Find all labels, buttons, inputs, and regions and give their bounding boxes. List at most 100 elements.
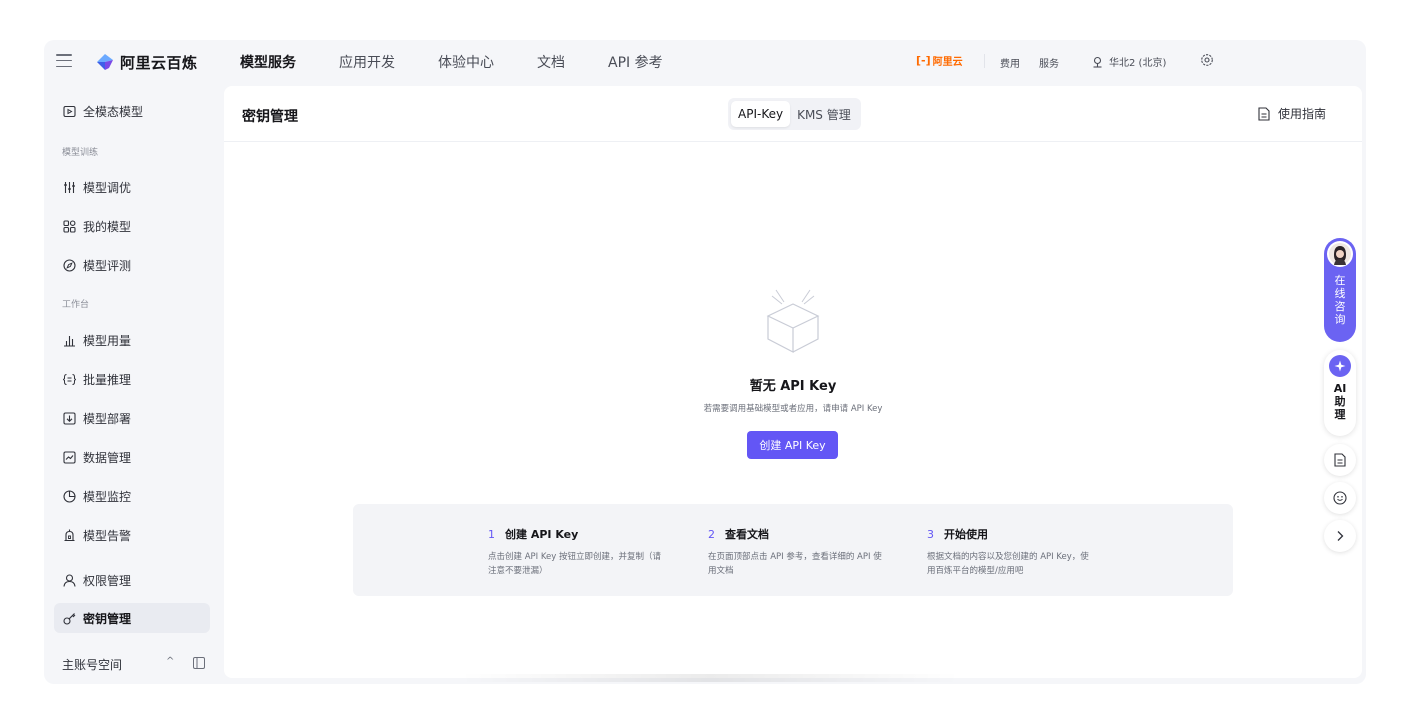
tab-api-key[interactable]: API-Key (731, 101, 791, 127)
tab-switcher: API-Key KMS 管理 (728, 98, 861, 130)
aliyun-logo-text: 阿里云 (932, 57, 963, 68)
sidebar-item-permission[interactable]: 权限管理 (54, 565, 210, 595)
document-icon (1334, 453, 1346, 467)
step-description: 在页面顶部点击 API 参考，查看详细的 API 使用文档 (708, 552, 882, 576)
region-selector[interactable]: 华北2 (北京) (1092, 54, 1166, 69)
nav-item-experience[interactable]: 体验中心 (438, 52, 494, 72)
sidebar-item-label: 全模态模型 (83, 104, 144, 119)
sidebar-item-deploy[interactable]: 模型部署 (54, 403, 210, 433)
bottom-shadow-decoration (460, 674, 960, 682)
sidebar-group-workbench: 工作台 (62, 300, 90, 310)
document-icon (1258, 106, 1270, 121)
my-models-icon (62, 219, 76, 233)
top-nav: 模型服务 应用开发 体验中心 文档 API 参考 (240, 40, 706, 84)
main-panel: 密钥管理 API-Key KMS 管理 使用指南 暂无 API Key 若需要调… (224, 86, 1362, 678)
sidebar-group-training: 模型训练 (62, 148, 99, 158)
empty-state-description: 若需要调用基础模型或者应用，请申请 API Key (703, 404, 883, 414)
step-view-docs: 2 查看文档 在页面顶部点击 API 参考，查看详细的 API 使用文档 (708, 526, 898, 578)
brand-name: 阿里云百炼 (120, 54, 198, 72)
step-title: 开始使用 (944, 528, 988, 541)
gear-icon[interactable] (1200, 53, 1214, 67)
usage-guide-link[interactable]: 使用指南 (1258, 105, 1326, 122)
online-consult-label: 在线咨询 (1334, 274, 1346, 326)
sidebar-item-label: 模型监控 (83, 489, 132, 504)
ai-assistant-label: AI助理 (1333, 382, 1347, 421)
step-create-key: 1 创建 API Key 点击创建 API Key 按钮立即创建，并复制（请注意不… (488, 526, 678, 578)
document-float-button[interactable] (1324, 444, 1356, 476)
sidebar-item-label: 模型告警 (83, 528, 132, 543)
multimodal-icon (62, 104, 76, 118)
bar-chart-icon (62, 333, 76, 347)
cost-link[interactable]: 费用 (1000, 55, 1020, 70)
step-number: 3 (927, 527, 934, 541)
nav-item-docs[interactable]: 文档 (537, 52, 565, 72)
online-consult-button[interactable]: 在线咨询 (1324, 238, 1356, 342)
smile-icon (1333, 491, 1347, 505)
sidebar-item-monitor[interactable]: 模型监控 (54, 481, 210, 511)
sidebar-item-alarm[interactable]: 模型告警 (54, 520, 210, 550)
chevron-up-icon[interactable]: ^ (166, 656, 174, 667)
expand-float-button[interactable] (1324, 520, 1356, 552)
sidebar-item-usage[interactable]: 模型用量 (54, 325, 210, 355)
sidebar-item-my-models[interactable]: 我的模型 (54, 211, 210, 241)
step-title: 创建 API Key (505, 528, 579, 541)
avatar (1327, 241, 1353, 267)
aliyun-bracket-icon: [-] (916, 54, 931, 67)
sidebar-item-key-management[interactable]: 密钥管理 (54, 603, 210, 633)
sidebar: 全模态模型 模型训练 模型调优 我的模型 模型评测 工作台 模型用量 批量推理 … (44, 84, 220, 684)
region-label: 华北2 (北京) (1109, 58, 1167, 69)
hamburger-menu-icon[interactable] (56, 54, 72, 68)
empty-state-title: 暂无 API Key (749, 379, 837, 394)
collapse-sidebar-icon[interactable] (193, 657, 205, 669)
sidebar-item-data[interactable]: 数据管理 (54, 442, 210, 472)
sidebar-item-evaluate[interactable]: 模型评测 (54, 250, 210, 280)
sidebar-item-label: 数据管理 (83, 450, 132, 465)
deploy-icon (62, 411, 76, 425)
steps-panel: 1 创建 API Key 点击创建 API Key 按钮立即创建，并复制（请注意不… (353, 504, 1233, 596)
sidebar-item-label: 我的模型 (83, 219, 132, 234)
sidebar-item-batch[interactable]: 批量推理 (54, 364, 210, 394)
step-title: 查看文档 (725, 528, 769, 541)
sidebar-item-label: 密钥管理 (83, 611, 132, 626)
sidebar-item-tune[interactable]: 模型调优 (54, 172, 210, 202)
tab-kms[interactable]: KMS 管理 (790, 101, 858, 127)
tune-icon (62, 180, 76, 194)
panel-header: 密钥管理 API-Key KMS 管理 使用指南 (224, 86, 1362, 142)
user-icon (62, 573, 76, 587)
nav-item-api-ref[interactable]: API 参考 (608, 52, 663, 72)
aliyun-logo[interactable]: [-] 阿里云 (916, 53, 963, 68)
step-number: 2 (708, 527, 715, 541)
step-description: 根据文档的内容以及您创建的 API Key，使用百炼平台的模型/应用吧 (927, 552, 1089, 576)
agent-avatar-icon (1329, 243, 1351, 265)
sidebar-item-multimodal[interactable]: 全模态模型 (54, 96, 210, 126)
topbar-divider (984, 54, 985, 68)
step-start-using: 3 开始使用 根据文档的内容以及您创建的 API Key，使用百炼平台的模型/应用… (927, 526, 1117, 578)
step-description: 点击创建 API Key 按钮立即创建，并复制（请注意不要泄漏） (488, 552, 661, 576)
sidebar-item-label: 批量推理 (83, 372, 132, 387)
data-icon (62, 450, 76, 464)
location-icon (1093, 56, 1102, 68)
sidebar-item-label: 模型用量 (83, 333, 132, 348)
create-api-key-button[interactable]: 创建 API Key (747, 431, 838, 459)
nav-item-model-service[interactable]: 模型服务 (240, 52, 296, 72)
account-space-label[interactable]: 主账号空间 (62, 656, 122, 673)
feedback-float-button[interactable] (1324, 482, 1356, 514)
step-number: 1 (488, 527, 495, 541)
sidebar-item-label: 权限管理 (83, 573, 132, 588)
usage-guide-label: 使用指南 (1278, 107, 1327, 121)
alarm-icon (62, 528, 76, 542)
top-bar: 阿里云百炼 模型服务 应用开发 体验中心 文档 API 参考 [-] 阿里云 费… (44, 40, 1366, 84)
page-title: 密钥管理 (242, 109, 298, 125)
chevron-right-icon (1337, 531, 1344, 541)
key-icon (62, 611, 76, 625)
app-window: 阿里云百炼 模型服务 应用开发 体验中心 文档 API 参考 [-] 阿里云 费… (44, 40, 1366, 684)
bailian-logo-icon (97, 54, 113, 70)
account-space-footer: 主账号空间 ^ (62, 652, 212, 676)
ai-assistant-button[interactable]: AI助理 (1324, 350, 1356, 436)
service-link[interactable]: 服务 (1039, 55, 1059, 70)
sidebar-item-label: 模型评测 (83, 258, 132, 273)
monitor-icon (62, 489, 76, 503)
compass-icon (62, 258, 76, 272)
nav-item-app-dev[interactable]: 应用开发 (339, 52, 395, 72)
empty-box-icon (766, 289, 820, 353)
